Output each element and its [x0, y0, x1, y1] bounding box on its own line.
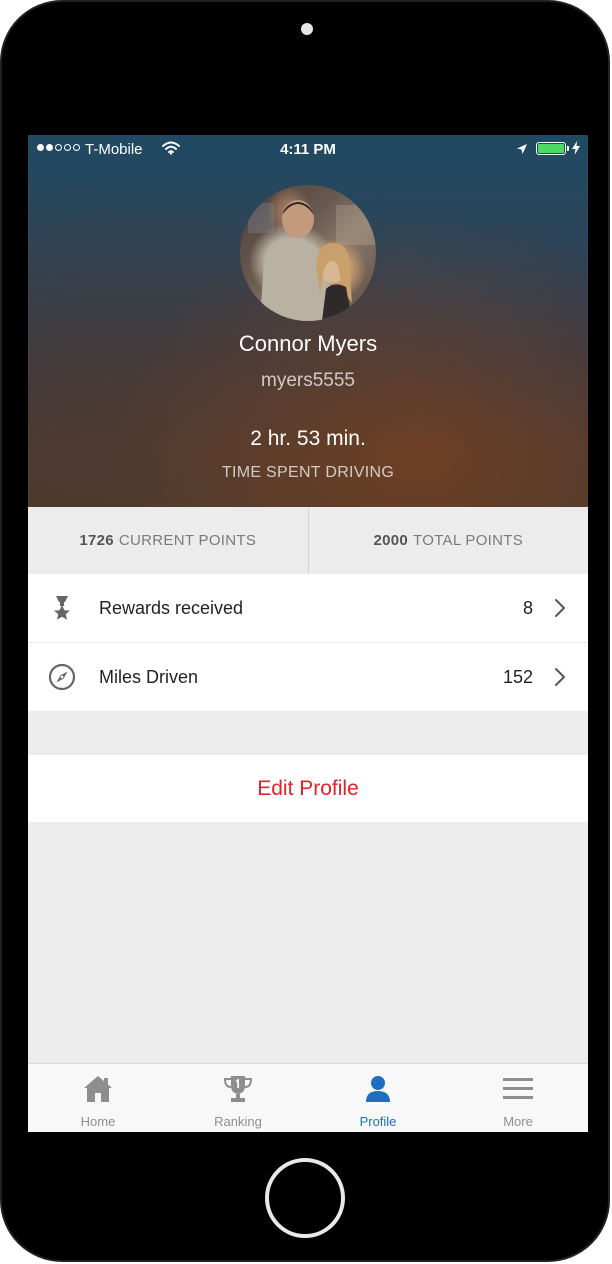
edit-profile-button[interactable]: Edit Profile — [28, 755, 588, 822]
drive-time-label: TIME SPENT DRIVING — [221, 464, 395, 481]
tab-home-label: Home — [80, 1114, 116, 1129]
profile-name: Connor Myers — [238, 331, 378, 356]
tab-profile[interactable]: Profile — [308, 1064, 448, 1132]
trophy-icon — [222, 1074, 254, 1109]
home-button[interactable] — [265, 1158, 345, 1238]
rewards-received-label: Rewards received — [99, 597, 244, 618]
profile-header: T-Mobile 4:11 PM Connor Myers myers5555 … — [28, 135, 588, 507]
total-points-label: TOTAL POINTS — [413, 532, 524, 549]
drive-time-value: 2 hr. 53 min. — [250, 427, 366, 450]
home-icon — [82, 1074, 114, 1109]
tab-home[interactable]: Home — [28, 1064, 168, 1132]
tab-ranking[interactable]: Ranking — [168, 1064, 308, 1132]
rewards-received-value: 8 — [522, 597, 533, 618]
points-summary: 1726 CURRENT POINTS 2000 TOTAL POINTS — [28, 507, 588, 574]
edit-profile-label: Edit Profile — [257, 776, 359, 800]
rewards-received-row[interactable]: Rewards received 8 — [28, 574, 588, 642]
current-points: 1726 CURRENT POINTS — [28, 507, 308, 574]
stats-list: Rewards received 8 Miles Driven 152 — [28, 574, 588, 711]
tab-bar: Home Ranking Profile More — [28, 1063, 588, 1132]
total-points: 2000 TOTAL POINTS — [309, 507, 589, 574]
compass-icon — [48, 663, 76, 691]
profile-username: myers5555 — [261, 370, 355, 391]
tab-more-label: More — [503, 1114, 533, 1129]
chevron-right-icon — [554, 598, 566, 623]
total-points-value: 2000 — [373, 532, 409, 549]
tab-more[interactable]: More — [448, 1064, 588, 1132]
chevron-right-icon — [554, 667, 566, 692]
battery-icon — [536, 142, 566, 155]
status-bar: T-Mobile 4:11 PM — [28, 135, 588, 163]
current-points-value: 1726 — [79, 532, 114, 549]
person-icon — [362, 1074, 394, 1109]
app-screen: T-Mobile 4:11 PM Connor Myers myers5555 … — [28, 135, 588, 1132]
tab-ranking-label: Ranking — [214, 1114, 262, 1129]
miles-driven-value: 152 — [502, 666, 533, 687]
medal-icon — [48, 594, 76, 622]
front-camera — [301, 23, 313, 35]
charging-bolt-icon — [572, 141, 580, 159]
avatar[interactable] — [240, 185, 376, 321]
miles-driven-row[interactable]: Miles Driven 152 — [28, 642, 588, 711]
current-points-label: CURRENT POINTS — [118, 532, 257, 549]
menu-icon — [502, 1074, 534, 1109]
phone-frame: T-Mobile 4:11 PM Connor Myers myers5555 … — [2, 2, 608, 1260]
status-time: 4:11 PM — [280, 141, 336, 158]
miles-driven-label: Miles Driven — [99, 666, 199, 687]
location-arrow-icon — [516, 142, 528, 159]
tab-profile-label: Profile — [359, 1114, 397, 1129]
